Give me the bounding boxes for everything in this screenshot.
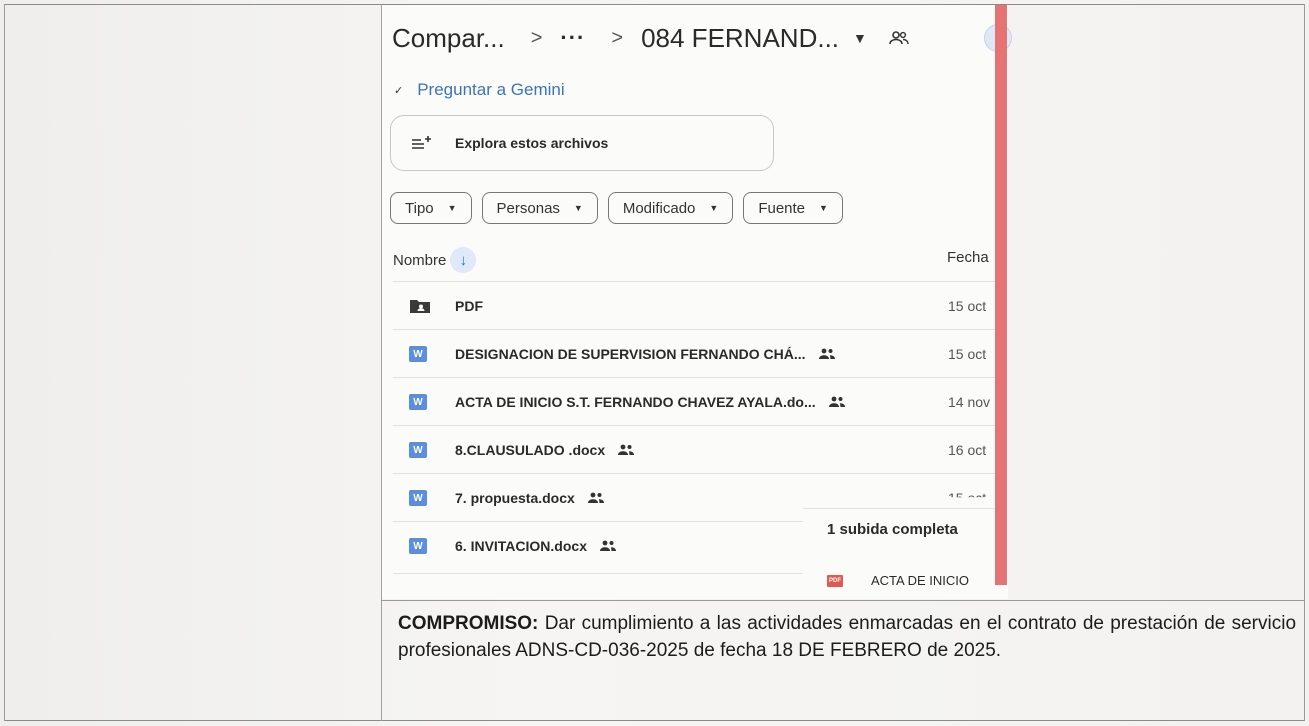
file-date: 15 oct: [948, 298, 987, 314]
file-name: DESIGNACION DE SUPERVISION FERNANDO CHÁ.…: [455, 346, 806, 362]
file-date: 15 oct: [948, 346, 987, 362]
filter-people[interactable]: Personas ▼: [481, 192, 598, 224]
caret-down-icon: ▼: [709, 203, 719, 213]
filter-type-label: Tipo: [405, 199, 434, 217]
explore-files-button[interactable]: Explora estos archivos: [390, 115, 774, 171]
file-date: 16 oct: [948, 442, 987, 458]
file-name: 6. INVITACION.docx: [455, 538, 587, 554]
upload-toast[interactable]: 1 subida completa PDF ACTA DE INICIO: [803, 508, 1001, 588]
shared-folder-icon: [409, 298, 430, 314]
caret-down-icon: ▼: [573, 203, 583, 213]
table-row-divider: [381, 600, 1305, 601]
word-icon: W: [409, 394, 427, 410]
breadcrumb-root[interactable]: Compar...: [392, 23, 505, 54]
word-icon: W: [409, 490, 427, 506]
breadcrumb: Compar... > ··· > 084 FERNAND... ▼: [392, 22, 909, 54]
explore-files-label: Explora estos archivos: [455, 135, 609, 151]
ask-gemini-label: Preguntar a Gemini: [417, 80, 565, 99]
scrollbar-edge: [995, 5, 1007, 585]
row-divider: [393, 573, 803, 574]
file-date: 14 nov: [948, 394, 991, 410]
breadcrumb-separator: >: [530, 26, 543, 49]
file-name: 8.CLAUSULADO .docx: [455, 442, 606, 458]
file-name: 7. propuesta.docx: [455, 490, 575, 506]
file-name: PDF: [455, 298, 483, 314]
sparkle-list-icon: [412, 136, 431, 149]
filter-people-label: Personas: [496, 199, 560, 217]
file-name: ACTA DE INICIO S.T. FERNANDO CHAVEZ AYAL…: [455, 394, 816, 410]
scanned-page: Compar... > ··· > 084 FERNAND... ▼ ✓ Pre…: [0, 0, 1309, 726]
breadcrumb-separator: >: [611, 26, 624, 49]
upload-toast-title: 1 subida completa: [827, 521, 958, 538]
shared-icon: [617, 444, 635, 456]
file-name-cell: ACTA DE INICIO S.T. FERNANDO CHAVEZ AYAL…: [455, 394, 846, 410]
caret-down-icon[interactable]: ▼: [853, 30, 867, 46]
caret-down-icon: ▼: [447, 203, 457, 213]
table-border-left: [4, 4, 5, 721]
file-row[interactable]: PDF 15 oct: [393, 281, 1003, 329]
filter-source[interactable]: Fuente ▼: [743, 192, 843, 224]
shared-icon: [828, 396, 846, 408]
file-name-cell: DESIGNACION DE SUPERVISION FERNANDO CHÁ.…: [455, 346, 836, 362]
ask-gemini[interactable]: ✓ Preguntar a Gemini: [394, 80, 565, 100]
column-date[interactable]: Fecha: [947, 249, 989, 266]
breadcrumb-current-folder[interactable]: 084 FERNAND...: [641, 23, 839, 54]
sort-arrow-icon[interactable]: ↓: [450, 247, 477, 273]
breadcrumb-more[interactable]: ···: [560, 25, 585, 51]
shared-icon: [818, 348, 836, 360]
filter-modified-label: Modificado: [622, 199, 696, 217]
column-name[interactable]: Nombre ↓: [393, 247, 477, 273]
file-list-header: Nombre ↓ Fecha: [393, 247, 1003, 273]
word-icon: W: [409, 346, 427, 362]
filter-modified[interactable]: Modificado ▼: [607, 192, 734, 224]
filter-type[interactable]: Tipo ▼: [390, 192, 472, 224]
caret-down-icon: ▼: [819, 203, 828, 213]
chevron-icon: ✓: [394, 84, 404, 97]
compromiso-paragraph: COMPROMISO: Dar cumplimiento a las activ…: [398, 610, 1296, 664]
column-name-label: Nombre: [393, 251, 447, 269]
file-row[interactable]: W 8.CLAUSULADO .docx 16 oct: [393, 425, 1003, 473]
pdf-icon: PDF: [827, 575, 843, 587]
table-border-bottom: [4, 720, 1305, 721]
compromiso-label: COMPROMISO:: [398, 613, 539, 634]
file-name-cell: 8.CLAUSULADO .docx: [455, 442, 635, 458]
word-icon: W: [409, 538, 427, 554]
uploaded-file-name[interactable]: ACTA DE INICIO: [871, 573, 969, 588]
table-border-right: [1304, 4, 1305, 721]
people-icon[interactable]: [889, 31, 909, 45]
shared-icon: [587, 492, 605, 504]
file-name-cell: 6. INVITACION.docx: [455, 538, 617, 554]
filter-chips: Tipo ▼ Personas ▼ Modificado ▼ Fuente ▼: [390, 192, 843, 224]
file-name-cell: 7. propuesta.docx: [455, 490, 605, 506]
file-date: 15 oct: [948, 490, 987, 506]
word-icon: W: [409, 442, 427, 458]
file-row[interactable]: W ACTA DE INICIO S.T. FERNANDO CHAVEZ AY…: [393, 377, 1003, 425]
file-row[interactable]: W DESIGNACION DE SUPERVISION FERNANDO CH…: [393, 329, 1003, 377]
filter-source-label: Fuente: [758, 199, 806, 217]
shared-icon: [599, 540, 617, 552]
